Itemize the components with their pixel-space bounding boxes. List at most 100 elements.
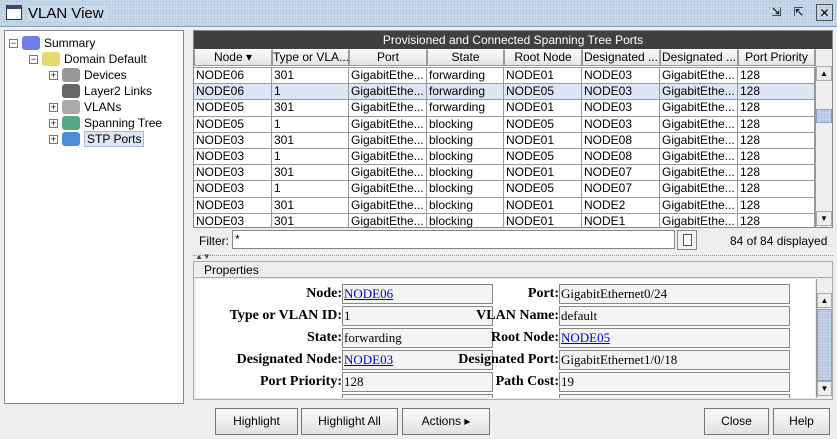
highlight-button[interactable]: Highlight	[215, 408, 298, 435]
property-value: 19	[559, 372, 790, 392]
table-cell: NODE03	[582, 100, 660, 117]
table-row[interactable]: NODE05 1 GigabitEthe... blocking NODE05 NODE0…	[194, 116, 815, 133]
table-cell: NODE05	[504, 148, 582, 166]
restore-icon[interactable]: ⇲	[768, 4, 785, 21]
table-row[interactable]: NODE03 301 GigabitEthe... blocking NODE01 NOD…	[194, 197, 815, 214]
filter-label: Filter:	[199, 234, 229, 248]
actions-button[interactable]: Actions ▸	[402, 408, 490, 435]
property-text: 1	[344, 308, 351, 323]
property-label: Designated Node:	[236, 352, 342, 367]
expand-icon[interactable]: +	[49, 70, 58, 80]
scroll-down-icon[interactable]: ▼	[816, 211, 832, 226]
table-cell: 128	[738, 84, 815, 101]
tree-item-summary[interactable]: − Summary	[9, 35, 95, 51]
table-cell: 128	[738, 197, 815, 214]
tree-item-domain-default[interactable]: − Domain Default	[29, 51, 147, 67]
filter-input[interactable]: *	[232, 230, 675, 249]
table-cell: blocking	[427, 181, 504, 198]
tree-item-label: VLANs	[84, 100, 122, 114]
highlight-all-button[interactable]: Highlight All	[301, 408, 398, 435]
table-row[interactable]: NODE06 301 GigabitEthe... forwarding NODE01 N…	[194, 68, 815, 85]
property-text: forwarding	[344, 330, 402, 345]
property-value: default	[559, 306, 790, 326]
column-header[interactable]: State	[427, 49, 504, 66]
table-cell: 301	[272, 68, 349, 85]
collapse-icon[interactable]: −	[9, 38, 18, 48]
table-row[interactable]: NODE03 301 GigabitEthe... blocking NODE01 NOD…	[194, 213, 815, 228]
tree-item-layer2-links[interactable]: Layer2 Links	[49, 83, 152, 99]
table-row[interactable]: NODE06 1 GigabitEthe... forwarding NODE05 NOD…	[194, 84, 815, 101]
column-header[interactable]: Designated ...	[660, 49, 738, 66]
title-bar: VLAN View ⇲ ⇱ ✕	[0, 0, 837, 27]
table-cell: NODE05	[504, 181, 582, 198]
spanning-tree-icon	[62, 116, 80, 130]
properties-body: Node: NODE06 Type or VLAN ID: 1 State: forwar…	[196, 279, 815, 398]
help-button[interactable]: Help	[773, 408, 830, 435]
tree-item-spanning-tree[interactable]: + Spanning Tree	[49, 115, 162, 131]
table-cell: GigabitEthe...	[349, 181, 427, 198]
column-header[interactable]: Port	[349, 49, 427, 66]
column-header[interactable]: Type or VLA...	[272, 49, 349, 66]
table-cell: GigabitEthe...	[660, 132, 738, 149]
table-row[interactable]: NODE03 1 GigabitEthe... blocking NODE05 NODE0…	[194, 148, 815, 166]
property-link[interactable]: NODE03	[344, 352, 393, 367]
property-value: GigabitEthernet0/24	[559, 284, 790, 304]
scroll-thumb[interactable]	[817, 309, 832, 381]
expand-icon[interactable]: +	[49, 134, 58, 144]
table-cell: GigabitEthe...	[660, 68, 738, 85]
tree-item-stp-ports[interactable]: + STP Ports	[49, 131, 145, 147]
splitter-arrows-icon[interactable]: ▲▼	[195, 252, 211, 261]
table-cell: NODE07	[582, 181, 660, 198]
table-row[interactable]: NODE03 301 GigabitEthe... blocking NODE01 NOD…	[194, 165, 815, 182]
table-cell: 128	[738, 213, 815, 228]
table-cell: NODE05	[194, 116, 272, 133]
close-button[interactable]: Close	[704, 408, 769, 435]
table-cell: GigabitEthe...	[349, 165, 427, 182]
table-cell: 128	[738, 148, 815, 166]
table-cell: blocking	[427, 197, 504, 214]
table-title: Provisioned and Connected Spanning Tree …	[194, 31, 832, 49]
tree-item-devices[interactable]: + Devices	[49, 67, 127, 83]
scroll-up-icon[interactable]: ▲	[817, 293, 832, 308]
table-cell: 301	[272, 197, 349, 214]
table-cell: GigabitEthe...	[660, 84, 738, 101]
expand-icon[interactable]: +	[49, 102, 58, 112]
property-text: GigabitEthernet1/0/18	[561, 352, 678, 367]
table-cell: NODE05	[504, 116, 582, 133]
column-header[interactable]: Root Node	[504, 49, 582, 66]
filter-search-button[interactable]	[677, 230, 697, 250]
expand-icon[interactable]: +	[49, 118, 58, 128]
column-header[interactable]: Designated ...	[582, 49, 660, 66]
table-cell: blocking	[427, 116, 504, 133]
collapse-icon[interactable]: −	[29, 54, 38, 64]
maximize-icon[interactable]: ⇱	[790, 4, 807, 21]
table-cell: GigabitEthe...	[349, 68, 427, 85]
table-row[interactable]: NODE03 1 GigabitEthe... blocking NODE05 NODE0…	[194, 181, 815, 198]
table-cell: NODE03	[194, 181, 272, 198]
column-header[interactable]: Node ▾	[194, 49, 272, 66]
table-cell: NODE01	[504, 100, 582, 117]
property-link[interactable]: NODE06	[344, 286, 393, 301]
property-label: VLAN Name:	[476, 308, 559, 323]
table-row[interactable]: NODE03 301 GigabitEthe... blocking NODE01 NOD…	[194, 132, 815, 149]
table-scrollbar[interactable]: ▲ ▼	[815, 49, 832, 227]
column-header[interactable]: Port Priority	[738, 49, 815, 66]
close-icon[interactable]: ✕	[816, 4, 833, 21]
scroll-thumb[interactable]	[816, 109, 832, 123]
property-link[interactable]: NODE05	[561, 330, 610, 345]
scroll-up-icon[interactable]: ▲	[816, 66, 832, 81]
table-cell: NODE08	[582, 148, 660, 166]
properties-scrollbar[interactable]: ▲ ▼	[816, 279, 832, 398]
tree-item-label: Domain Default	[64, 52, 147, 66]
table-cell: NODE07	[582, 165, 660, 182]
property-label: Designated Port:	[458, 352, 559, 367]
tree-item-vlans[interactable]: + VLANs	[49, 99, 121, 115]
table-cell: NODE08	[582, 132, 660, 149]
table-row[interactable]: NODE05 301 GigabitEthe... forwarding NODE01 N…	[194, 100, 815, 117]
scroll-down-icon[interactable]: ▼	[817, 381, 832, 396]
table-cell: NODE1	[582, 213, 660, 228]
table-cell: 128	[738, 132, 815, 149]
splitter[interactable]	[193, 255, 833, 256]
table-cell: GigabitEthe...	[349, 116, 427, 133]
displayed-count: 84 of 84 displayed	[730, 234, 828, 248]
